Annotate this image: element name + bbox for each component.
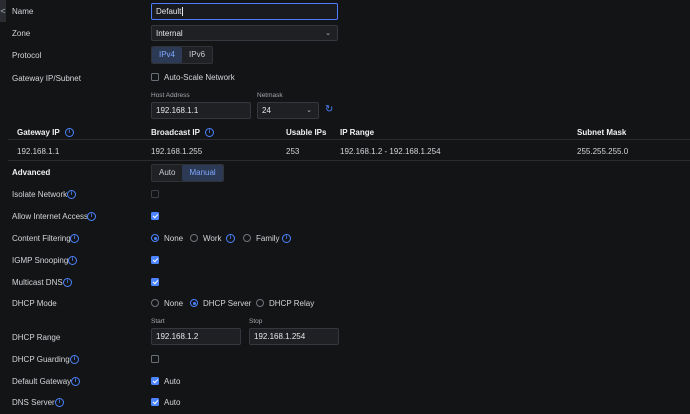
dns-server-auto-label: Auto bbox=[164, 398, 181, 407]
name-input[interactable]: Default bbox=[151, 3, 338, 20]
content-filter-none-label: None bbox=[164, 234, 184, 243]
content-filter-family-label: Family bbox=[256, 234, 280, 243]
info-icon[interactable]: i bbox=[63, 278, 72, 287]
host-address-label: Host Address bbox=[151, 92, 190, 99]
info-icon[interactable]: i bbox=[68, 256, 77, 265]
content-filtering-label: Content Filtering bbox=[12, 234, 71, 243]
info-icon[interactable]: i bbox=[67, 190, 76, 199]
info-icon[interactable]: i bbox=[70, 234, 79, 243]
allow-internet-label: Allow Internet Access bbox=[12, 212, 89, 221]
table-cell-gateway-ip: 192.168.1.1 bbox=[17, 147, 60, 156]
advanced-segmented-control: Auto Manual bbox=[151, 164, 224, 182]
content-filter-work-label: Work bbox=[203, 234, 222, 243]
dhcp-mode-relay-radio[interactable] bbox=[256, 299, 264, 307]
netmask-value: 24 bbox=[262, 106, 271, 115]
netmask-label: Netmask bbox=[257, 92, 283, 99]
table-header-subnet-mask: Subnet Mask bbox=[577, 128, 627, 137]
host-address-value: 192.168.1.1 bbox=[156, 106, 199, 115]
dhcp-range-start-input[interactable]: 192.168.1.2 bbox=[151, 328, 241, 345]
dhcp-range-label: DHCP Range bbox=[12, 333, 61, 342]
default-gateway-auto-checkbox[interactable] bbox=[151, 377, 159, 385]
gateway-subnet-label: Gateway IP/Subnet bbox=[12, 74, 81, 83]
dhcp-mode-relay-label: DHCP Relay bbox=[269, 299, 315, 308]
info-icon[interactable]: i bbox=[205, 128, 214, 138]
info-icon[interactable]: i bbox=[64, 128, 74, 138]
multicast-dns-checkbox[interactable] bbox=[151, 278, 159, 286]
content-filter-family-radio[interactable] bbox=[243, 234, 251, 242]
protocol-label: Protocol bbox=[12, 51, 42, 60]
content-filter-work-radio[interactable] bbox=[190, 234, 198, 242]
protocol-option-ipv6[interactable]: IPv6 bbox=[182, 47, 212, 63]
dhcp-range-stop-label: Stop bbox=[249, 318, 263, 325]
info-icon[interactable]: i bbox=[226, 234, 235, 243]
multicast-dns-label: Multicast DNS bbox=[12, 278, 63, 287]
table-header-usable-ips: Usable IPs bbox=[286, 128, 327, 137]
content-filter-none-radio[interactable] bbox=[151, 234, 159, 242]
table-divider bbox=[8, 160, 690, 161]
igmp-snooping-label: IGMP Snooping bbox=[12, 256, 69, 265]
refresh-icon[interactable]: ↻ bbox=[325, 104, 333, 115]
advanced-option-manual[interactable]: Manual bbox=[182, 165, 223, 181]
dhcp-range-stop-input[interactable]: 192.168.1.254 bbox=[249, 328, 339, 345]
isolate-network-checkbox[interactable] bbox=[151, 190, 159, 198]
back-button[interactable]: < bbox=[0, 0, 6, 22]
dhcp-guarding-checkbox[interactable] bbox=[151, 355, 159, 363]
table-header-gateway-ip: Gateway IP i bbox=[17, 128, 74, 138]
chevron-left-icon: < bbox=[0, 6, 6, 16]
name-input-value: Default bbox=[156, 7, 182, 16]
chevron-down-icon: ⌄ bbox=[325, 30, 331, 37]
dhcp-mode-none-radio[interactable] bbox=[151, 299, 159, 307]
table-cell-broadcast-ip: 192.168.1.255 bbox=[151, 147, 203, 156]
auto-scale-network-checkbox[interactable] bbox=[151, 73, 159, 81]
protocol-option-ipv4[interactable]: IPv4 bbox=[152, 47, 183, 63]
table-header-broadcast-ip: Broadcast IP i bbox=[151, 128, 214, 138]
allow-internet-checkbox[interactable] bbox=[151, 212, 159, 220]
dns-server-auto-checkbox[interactable] bbox=[151, 398, 159, 406]
isolate-network-label: Isolate Network bbox=[12, 190, 68, 199]
dhcp-range-start-label: Start bbox=[151, 318, 165, 325]
auto-scale-network-label: Auto-Scale Network bbox=[164, 73, 235, 82]
chevron-down-icon: ⌄ bbox=[306, 107, 312, 114]
info-icon[interactable]: i bbox=[87, 212, 96, 221]
zone-select-value: Internal bbox=[156, 29, 183, 38]
dhcp-mode-server-radio[interactable] bbox=[190, 299, 198, 307]
igmp-snooping-checkbox[interactable] bbox=[151, 256, 159, 264]
table-cell-usable-ips: 253 bbox=[286, 147, 300, 156]
dhcp-guarding-label: DHCP Guarding bbox=[12, 355, 70, 364]
dhcp-range-start-value: 192.168.1.2 bbox=[156, 332, 199, 341]
protocol-segmented-control: IPv4 IPv6 bbox=[151, 46, 214, 64]
default-gateway-label: Default Gateway bbox=[12, 377, 72, 386]
name-label: Name bbox=[12, 7, 34, 16]
table-cell-subnet-mask: 255.255.255.0 bbox=[577, 147, 629, 156]
table-header-ip-range: IP Range bbox=[340, 128, 375, 137]
info-icon[interactable]: i bbox=[282, 234, 291, 243]
advanced-option-auto[interactable]: Auto bbox=[152, 165, 182, 181]
netmask-select[interactable]: 24 ⌄ bbox=[257, 102, 319, 119]
dhcp-mode-server-label: DHCP Server bbox=[203, 299, 252, 308]
table-header-broadcast-ip-label: Broadcast IP bbox=[151, 128, 200, 137]
dhcp-mode-label: DHCP Mode bbox=[12, 299, 57, 308]
advanced-label: Advanced bbox=[12, 168, 51, 177]
dhcp-mode-none-label: None bbox=[164, 299, 184, 308]
table-cell-ip-range: 192.168.1.2 - 192.168.1.254 bbox=[340, 147, 441, 156]
table-header-gateway-ip-label: Gateway IP bbox=[17, 128, 60, 137]
dns-server-label: DNS Server bbox=[12, 398, 55, 407]
host-address-input[interactable]: 192.168.1.1 bbox=[151, 102, 251, 119]
default-gateway-auto-label: Auto bbox=[164, 377, 181, 386]
info-icon[interactable]: i bbox=[71, 377, 80, 386]
zone-select[interactable]: Internal ⌄ bbox=[151, 25, 338, 41]
table-divider bbox=[8, 139, 690, 140]
dhcp-range-stop-value: 192.168.1.254 bbox=[254, 332, 306, 341]
info-icon[interactable]: i bbox=[70, 355, 79, 364]
info-icon[interactable]: i bbox=[55, 398, 64, 407]
zone-label: Zone bbox=[12, 29, 31, 38]
text-cursor bbox=[182, 7, 184, 17]
